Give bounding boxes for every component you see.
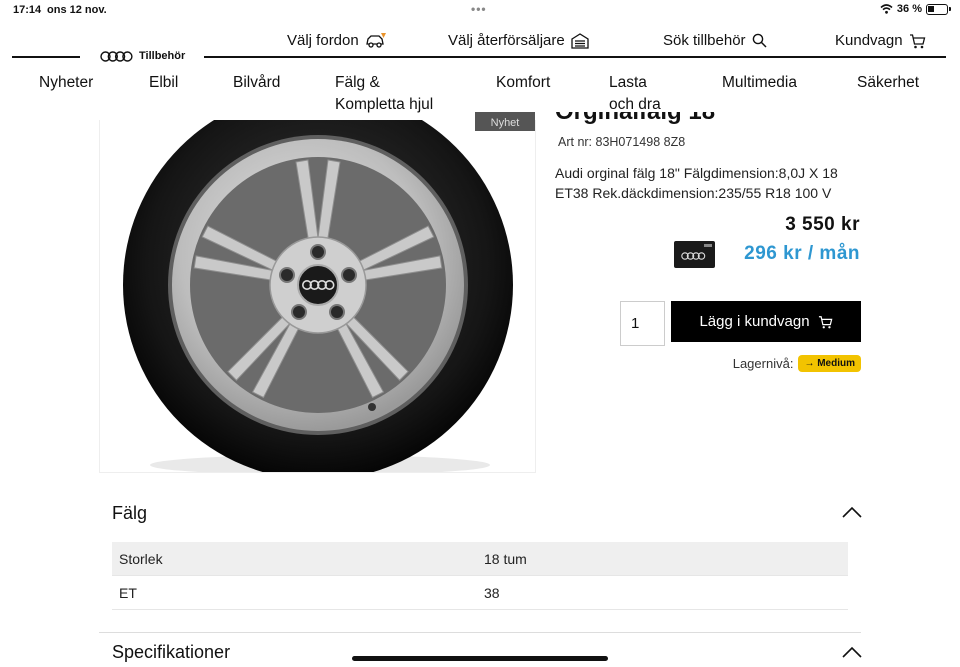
stock-level: Lagernivå: → Medium xyxy=(733,355,861,372)
monthly-price[interactable]: 296 kr / mån xyxy=(744,243,860,265)
payment-card-icon xyxy=(674,241,715,268)
multitask-dots-icon[interactable]: ••• xyxy=(471,2,487,16)
home-indicator[interactable] xyxy=(352,656,608,661)
category-falg-kompletta-hjul[interactable]: Fälg & Kompletta hjul xyxy=(335,72,433,116)
stock-label: Lagernivå: xyxy=(732,356,794,371)
falg-spec-table: Storlek 18 tum ET 38 xyxy=(112,542,848,610)
search-accessories-link[interactable]: Sök tillbehör xyxy=(663,32,767,49)
product-title-wrapper: Orginalfälg 18" xyxy=(555,112,865,125)
select-vehicle-label: Välj fordon xyxy=(287,32,359,49)
battery-percent: 36 % xyxy=(896,3,922,15)
garage-icon xyxy=(571,32,589,49)
status-bar: 17:14 ons 12 nov. ••• 36 % xyxy=(0,0,960,20)
article-number: Art nr: 83H071498 8Z8 xyxy=(558,135,686,149)
cart-icon xyxy=(818,315,832,328)
row-value: 38 xyxy=(484,584,500,601)
section-falg-title[interactable]: Fälg xyxy=(112,503,147,524)
category-bilvard[interactable]: Bilvård xyxy=(233,72,280,94)
row-value: 18 tum xyxy=(484,550,527,567)
section-specifications-title[interactable]: Specifikationer xyxy=(112,642,230,663)
car-icon xyxy=(365,32,386,48)
stock-badge: → Medium xyxy=(798,355,861,372)
brand-label: Tillbehör xyxy=(139,50,186,62)
add-to-cart-button[interactable]: Lägg i kundvagn xyxy=(671,301,861,342)
select-vehicle-link[interactable]: Välj fordon xyxy=(287,32,387,49)
row-key: Storlek xyxy=(119,550,163,567)
search-icon xyxy=(752,33,767,48)
category-elbil[interactable]: Elbil xyxy=(149,72,178,94)
wifi-icon xyxy=(880,4,893,14)
cart-label: Kundvagn xyxy=(835,32,903,49)
status-time: 17:14 xyxy=(13,4,42,16)
product-image[interactable] xyxy=(99,120,536,473)
add-to-cart-label: Lägg i kundvagn xyxy=(699,313,810,330)
search-accessories-label: Sök tillbehör xyxy=(663,32,746,49)
table-row: Storlek 18 tum xyxy=(112,542,848,576)
category-multimedia[interactable]: Multimedia xyxy=(722,72,797,94)
category-sakerhet[interactable]: Säkerhet xyxy=(857,72,919,94)
product-price: 3 550 kr xyxy=(785,214,860,235)
section-divider xyxy=(99,632,861,633)
chevron-up-icon[interactable] xyxy=(842,506,862,518)
product-title: Orginalfälg 18" xyxy=(555,112,865,125)
category-nyheter[interactable]: Nyheter xyxy=(39,72,93,94)
new-badge: Nyhet xyxy=(475,112,535,131)
cart-icon xyxy=(909,33,925,48)
select-dealer-link[interactable]: Välj återförsäljare xyxy=(448,32,589,49)
status-right: 36 % xyxy=(880,3,951,15)
row-key: ET xyxy=(119,584,137,601)
chevron-up-icon[interactable] xyxy=(842,646,862,658)
product-description: Audi orginal fälg 18" Fälgdimension:8,0J… xyxy=(555,165,838,201)
category-lasta-och-dra[interactable]: Lasta och dra xyxy=(609,72,661,116)
audi-brand-logo[interactable]: Tillbehör xyxy=(98,50,188,62)
battery-icon xyxy=(926,3,951,15)
quantity-input[interactable]: 1 xyxy=(620,301,665,346)
wheel-image xyxy=(123,120,513,472)
header-rule-right xyxy=(204,56,946,58)
header-rule-left xyxy=(12,56,80,58)
table-row: ET 38 xyxy=(112,576,848,610)
category-komfort[interactable]: Komfort xyxy=(496,72,550,94)
select-dealer-label: Välj återförsäljare xyxy=(448,32,565,49)
cart-link[interactable]: Kundvagn xyxy=(835,32,926,49)
status-date: ons 12 nov. xyxy=(47,4,107,16)
audi-rings-icon xyxy=(100,50,133,62)
